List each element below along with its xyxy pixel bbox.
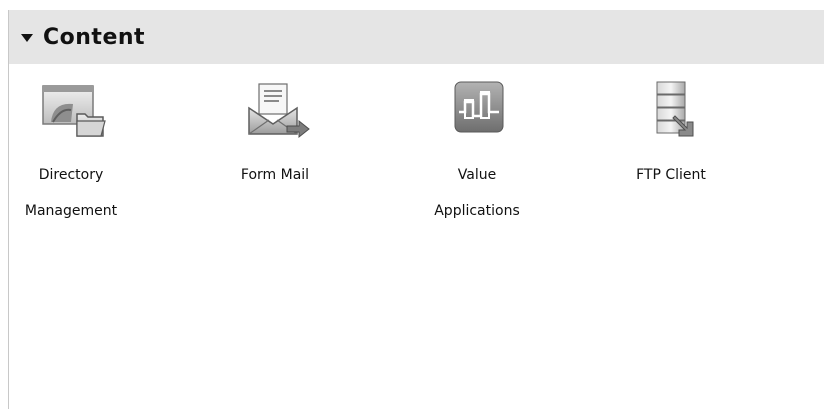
item-label-line1: Form Mail <box>240 167 310 183</box>
content-panel: Content Directory Management Form Mail V… <box>8 10 824 409</box>
value-applications-icon <box>454 81 504 133</box>
item-label: FTP Client <box>601 148 741 220</box>
item-value-applications[interactable]: Value Applications <box>407 78 547 220</box>
item-ftp-client[interactable]: FTP Client <box>601 78 741 220</box>
item-grid: Directory Management Form Mail Value App… <box>9 64 824 409</box>
item-label-line1: Directory <box>38 167 104 183</box>
directory-management-icon <box>42 85 106 137</box>
item-label: Value Applications <box>407 148 547 220</box>
ftp-client-icon <box>656 81 694 137</box>
form-mail-icon <box>248 83 310 139</box>
item-label: Form Mail <box>205 148 345 220</box>
item-label-line2: Management <box>24 203 118 219</box>
item-directory-management[interactable]: Directory Management <box>1 78 141 220</box>
item-label-line1: Value <box>457 167 497 183</box>
item-label-line1: FTP Client <box>636 167 706 183</box>
section-title: Content <box>43 24 146 50</box>
item-label-line2: Applications <box>434 203 520 219</box>
section-header[interactable]: Content <box>9 10 824 64</box>
collapse-triangle-icon[interactable] <box>21 34 33 42</box>
item-form-mail[interactable]: Form Mail <box>205 78 345 220</box>
item-label: Directory Management <box>1 148 141 220</box>
